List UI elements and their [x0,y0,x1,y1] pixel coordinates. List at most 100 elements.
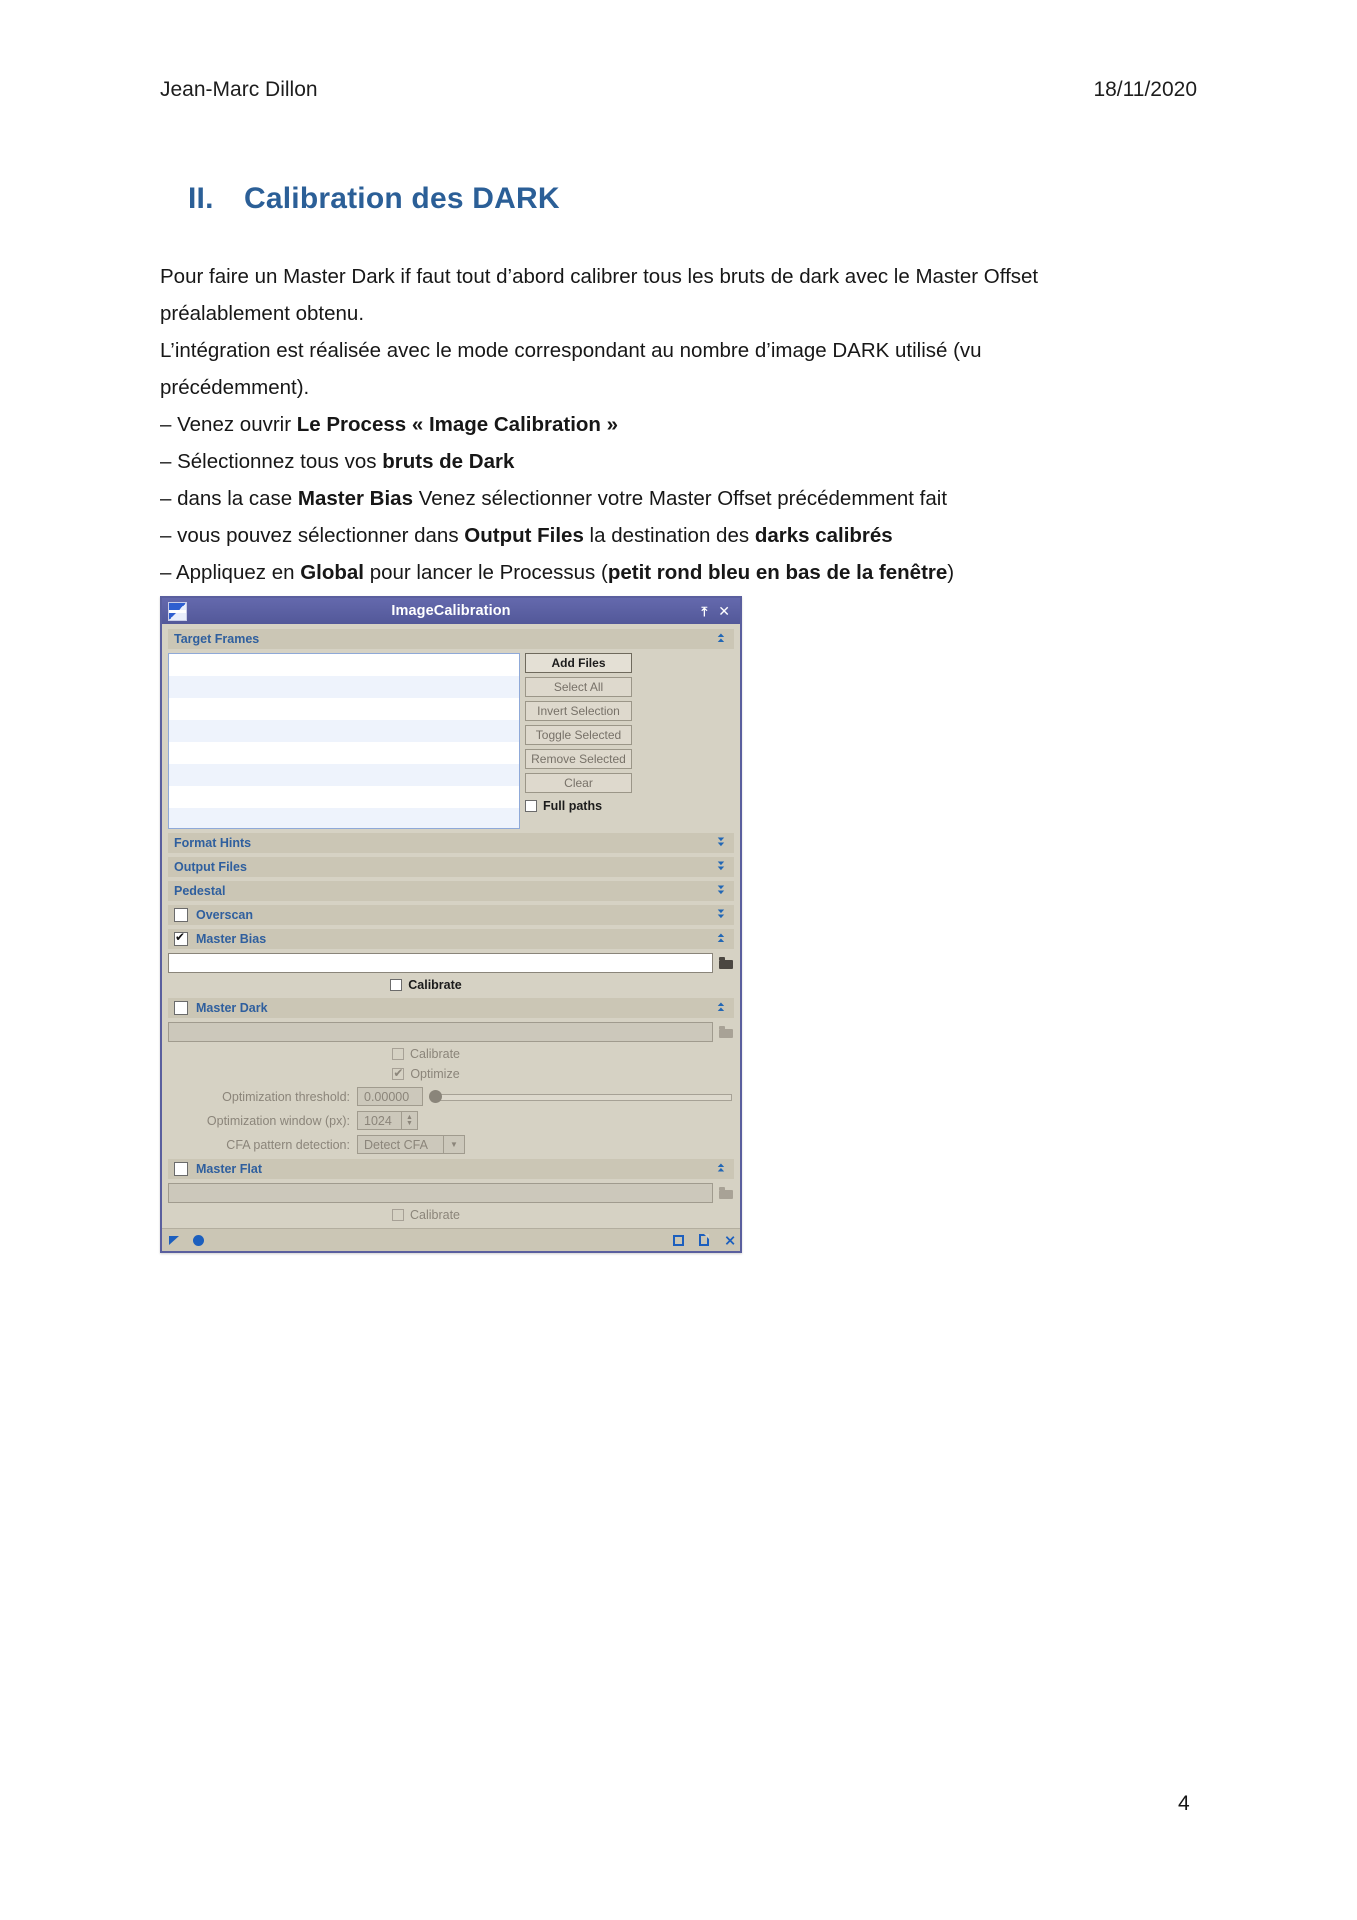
global-apply-circle-icon[interactable] [193,1234,204,1246]
master-dark-optimize-label: Optimize [410,1067,460,1081]
bullet-5-bold-2: petit rond bleu en bas de la fenêtre [607,561,948,584]
document-header: Jean-Marc Dillon 18/11/2020 [160,78,1197,102]
bullet-item-5: – Appliquez en Global pour lancer le Pro… [160,554,1120,591]
section-master-flat-label: Master Flat [196,1162,262,1176]
full-paths-row[interactable]: Full paths [525,799,632,813]
section-format-hints-label: Format Hints [174,836,252,850]
overscan-checkbox[interactable] [174,908,188,922]
bullet-1-bold: Le Process « Image Calibration » [296,413,619,436]
chevron-up-icon[interactable] [714,630,728,648]
folder-icon[interactable] [719,956,734,970]
folder-icon[interactable] [719,1025,734,1039]
instance-square-icon[interactable] [673,1234,685,1246]
section-pedestal-label: Pedestal [174,884,226,898]
optimization-window-label: Optimization window (px): [206,1113,350,1128]
chevron-down-icon[interactable] [714,858,728,876]
slider-knob[interactable] [429,1090,442,1103]
bullet-item-3: – dans la case Master Bias Venez sélecti… [160,480,1120,517]
reset-collapse-icon[interactable]: ⨯ [724,1233,736,1247]
optimization-window-value[interactable]: 1024 [357,1111,401,1130]
target-frames-list[interactable] [168,653,520,829]
master-dark-path-input[interactable] [168,1022,713,1042]
folder-icon[interactable] [719,1186,734,1200]
optimization-threshold-slider[interactable] [429,1090,732,1104]
bullet-5-bold: Global [300,561,364,584]
add-files-button[interactable]: Add Files [525,653,632,673]
cfa-pattern-detection-row: CFA pattern detection: Detect CFA ▼ [168,1135,734,1154]
master-dark-optimize-row[interactable]: Optimize [168,1066,734,1081]
section-master-bias-label: Master Bias [196,932,267,946]
apply-triangle-icon[interactable] [169,1235,179,1245]
master-bias-calibrate-checkbox[interactable] [390,979,403,991]
section-output-files[interactable]: Output Files [168,857,734,877]
bullet-4-post: la destination des [583,524,755,547]
bullet-3-bold: Master Bias [297,487,413,510]
section-target-frames[interactable]: Target Frames [168,629,734,649]
new-instance-document-icon[interactable] [699,1234,710,1246]
rollup-icon[interactable]: ⤒ [702,605,708,618]
chevron-down-icon[interactable] [714,834,728,852]
close-icon[interactable]: ✕ [718,604,730,618]
dialog-title: ImageCalibration [391,603,511,619]
app-icon [168,601,187,621]
chevron-up-icon[interactable] [714,999,728,1017]
section-master-dark[interactable]: Master Dark [168,998,734,1018]
master-bias-calibrate-row[interactable]: Calibrate [168,978,734,992]
optimization-window-stepper[interactable]: ▲ ▼ [401,1111,418,1130]
master-dark-calibrate-label: Calibrate [409,1047,461,1061]
master-flat-checkbox[interactable] [174,1162,188,1176]
chevron-up-icon[interactable] [714,1160,728,1178]
invert-selection-button[interactable]: Invert Selection [525,701,632,721]
optimization-threshold-row: Optimization threshold: 0.00000 [168,1087,734,1106]
master-dark-calibrate-checkbox[interactable] [391,1048,404,1060]
full-paths-checkbox[interactable] [525,800,537,812]
master-flat-calibrate-checkbox[interactable] [391,1209,404,1221]
section-overscan[interactable]: Overscan [168,905,734,925]
master-dark-optimize-checkbox[interactable] [392,1066,405,1080]
section-format-hints[interactable]: Format Hints [168,833,734,853]
remove-selected-button[interactable]: Remove Selected [525,749,632,769]
chevron-up-icon[interactable] [714,930,728,948]
section-master-flat[interactable]: Master Flat [168,1159,734,1179]
section-overscan-label: Overscan [196,908,253,922]
bullet-5-post-2: ) [947,561,955,584]
master-flat-calibrate-label: Calibrate [409,1208,461,1222]
title-numeral: II. [188,182,214,216]
section-output-files-label: Output Files [174,860,247,874]
dialog-titlebar[interactable]: ImageCalibration ⤒ ✕ [162,598,740,624]
image-calibration-dialog: ImageCalibration ⤒ ✕ Target Frames Add F… [160,596,742,1253]
bullet-5-post: pour lancer le Processus ( [364,561,608,584]
chevron-down-icon[interactable] [714,882,728,900]
optimization-threshold-value[interactable]: 0.00000 [357,1087,423,1106]
select-all-button[interactable]: Select All [525,677,632,697]
toggle-selected-button[interactable]: Toggle Selected [525,725,632,745]
bullet-5-pre: – Appliquez en [160,561,301,584]
master-bias-checkbox[interactable] [174,930,188,946]
master-flat-calibrate-row[interactable]: Calibrate [168,1208,734,1222]
master-bias-path-input[interactable] [168,953,713,973]
master-dark-checkbox[interactable] [174,1001,188,1015]
clear-button[interactable]: Clear [525,773,632,793]
chevron-down-icon[interactable]: ▼ [443,1136,464,1153]
document-page: Jean-Marc Dillon 18/11/2020 II. Calibrat… [0,0,1357,1920]
section-master-dark-label: Master Dark [196,1001,268,1015]
bullet-4-bold-2: darks calibrés [754,524,893,547]
master-dark-calibrate-row[interactable]: Calibrate [168,1047,734,1061]
target-frames-row: Add Files Select All Invert Selection To… [168,653,734,829]
cfa-pattern-detection-select[interactable]: Detect CFA ▼ [357,1135,465,1154]
slider-track [435,1093,732,1101]
chevron-down-icon[interactable] [714,906,728,924]
bullet-4-pre: – vous pouvez sélectionner dans [160,524,465,547]
dialog-statusbar: ⨯ [162,1228,740,1251]
target-frames-buttons: Add Files Select All Invert Selection To… [525,653,632,829]
title-text: Calibration des DARK [244,182,560,216]
page-number: 4 [1178,1792,1190,1815]
header-author: Jean-Marc Dillon [160,78,318,101]
stepper-down-icon[interactable]: ▼ [406,1120,413,1127]
paragraph-2: L’intégration est réalisée avec le mode … [160,339,982,399]
bullet-3-post: Venez sélectionner votre Master Offset p… [413,487,948,510]
section-pedestal[interactable]: Pedestal [168,881,734,901]
section-master-bias[interactable]: Master Bias [168,929,734,949]
header-date: 18/11/2020 [1093,78,1197,101]
master-flat-path-input[interactable] [168,1183,713,1203]
